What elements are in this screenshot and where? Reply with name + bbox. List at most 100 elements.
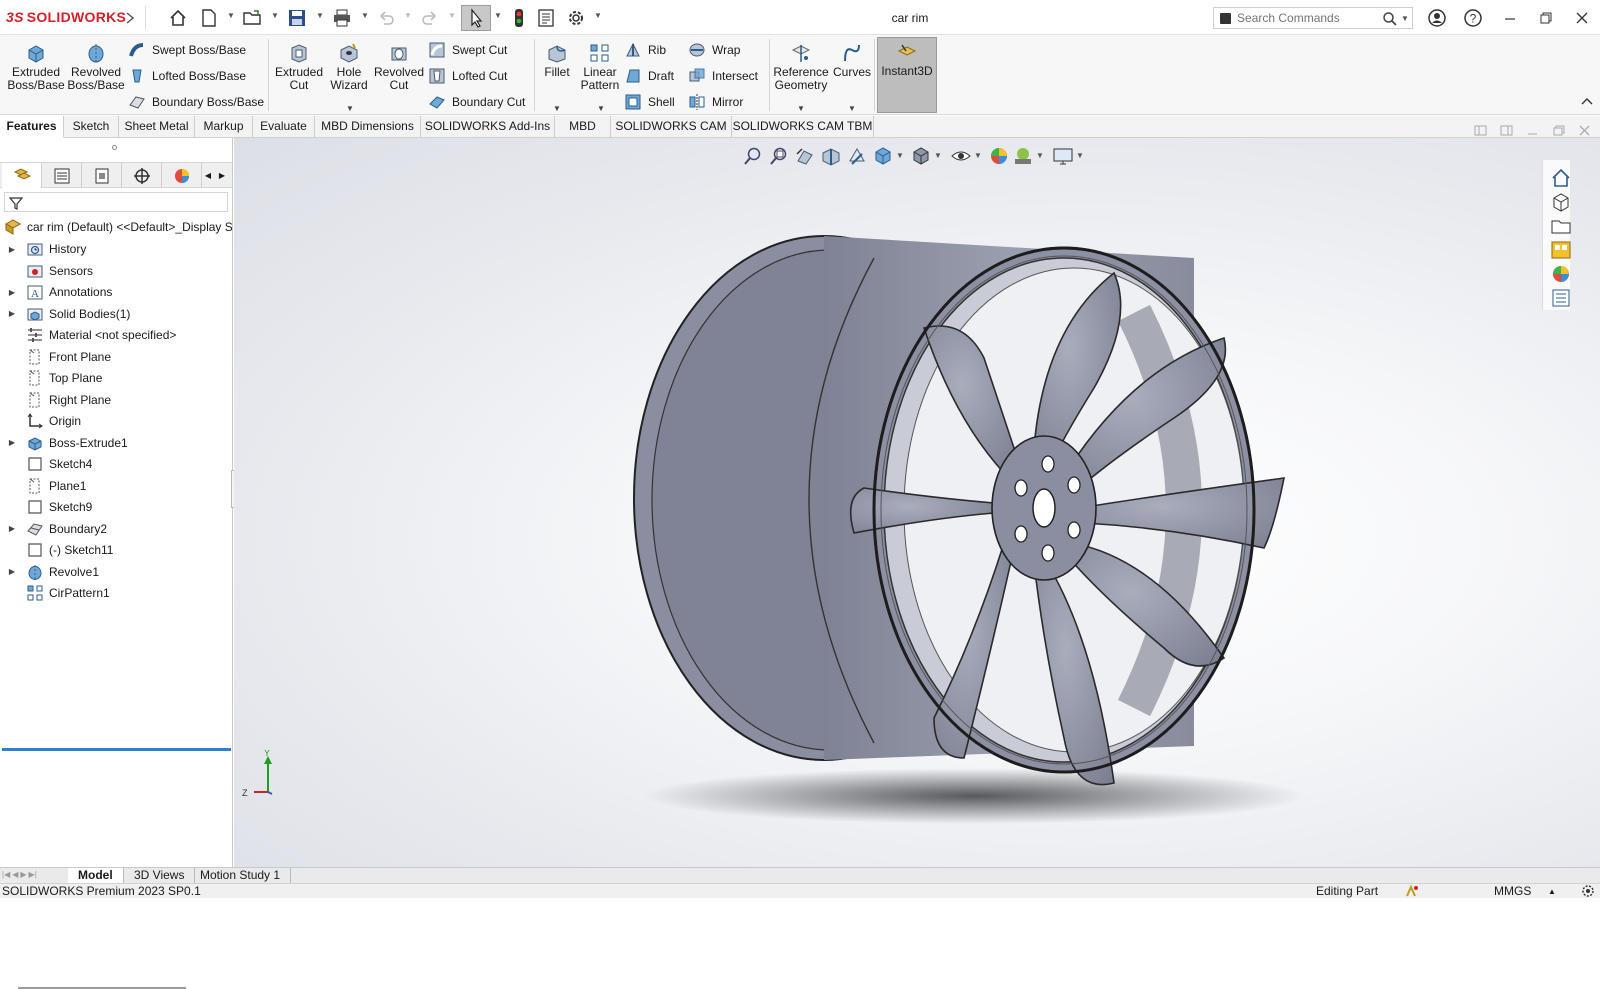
print-icon[interactable] xyxy=(332,8,352,28)
open-dropdown-icon[interactable]: ▼ xyxy=(271,12,279,20)
help-icon[interactable]: ? xyxy=(1461,7,1485,29)
viewport-restore-icon[interactable] xyxy=(1552,124,1566,138)
undo-dropdown-icon[interactable]: ▼ xyxy=(404,12,412,20)
new-dropdown-icon[interactable]: ▼ xyxy=(227,12,235,20)
panel-scroll-right-icon[interactable]: ▶ xyxy=(216,167,228,185)
file-properties-icon[interactable] xyxy=(536,8,556,28)
lofted-boss-button[interactable]: Lofted Boss/Base xyxy=(128,65,246,87)
rebuild-traffic-light-icon[interactable] xyxy=(509,8,529,28)
previous-view-icon[interactable] xyxy=(794,145,816,167)
viewport-tile-left-icon[interactable] xyxy=(1474,124,1488,138)
extruded-cut-button[interactable]: Extruded Cut xyxy=(271,39,327,113)
fillet-dropdown-icon[interactable]: ▼ xyxy=(553,102,561,115)
save-dropdown-icon[interactable]: ▼ xyxy=(316,12,324,20)
redo-icon[interactable] xyxy=(420,8,440,28)
expand-arrow-icon[interactable]: ▶ xyxy=(6,288,18,297)
next-tab-icon[interactable]: ▶ xyxy=(20,870,26,882)
tree-item[interactable]: Sketch4 xyxy=(0,454,232,474)
curves-button[interactable]: Curves ▼ xyxy=(832,39,872,113)
view-settings-dropdown-icon[interactable]: ▼ xyxy=(1076,151,1084,160)
save-icon[interactable] xyxy=(287,8,307,28)
tab-solidworks-cam-tbm[interactable]: SOLIDWORKS CAM TBM xyxy=(732,116,874,138)
tree-item[interactable]: CirPattern1 xyxy=(0,583,232,603)
instant3d-button[interactable]: Instant3D xyxy=(877,37,937,113)
mirror-button[interactable]: Mirror xyxy=(688,91,743,113)
solidworks-logo[interactable]: 3S SOLIDWORKS xyxy=(6,9,126,25)
intersect-button[interactable]: Intersect xyxy=(688,65,758,87)
car-rim-3d-model[interactable] xyxy=(574,218,1434,868)
solidworks-resources-home-icon[interactable] xyxy=(1550,167,1572,189)
draft-button[interactable]: Draft xyxy=(624,65,674,87)
viewport-minimize-icon[interactable] xyxy=(1526,124,1540,138)
tree-item[interactable]: ▶ History xyxy=(0,239,232,259)
swept-boss-button[interactable]: Swept Boss/Base xyxy=(128,39,246,61)
feature-manager-tab[interactable] xyxy=(2,163,42,188)
restore-icon[interactable] xyxy=(1534,7,1558,29)
tree-item[interactable]: ▶ Revolve1 xyxy=(0,562,232,582)
viewport-close-icon[interactable] xyxy=(1578,124,1592,138)
viewport-tile-right-icon[interactable] xyxy=(1500,124,1514,138)
file-explorer-icon[interactable] xyxy=(1550,215,1572,237)
prev-tab-icon[interactable]: ◀ xyxy=(12,870,18,882)
view-palette-icon[interactable] xyxy=(1550,239,1572,261)
apply-scene-icon[interactable] xyxy=(1012,145,1034,167)
tab-features[interactable]: Features xyxy=(0,116,64,138)
zoom-to-area-icon[interactable] xyxy=(768,145,790,167)
extruded-boss-button[interactable]: Extruded Boss/Base xyxy=(6,39,66,113)
tab-scroll-arrows[interactable]: |◀ ◀ ▶ ▶| xyxy=(2,870,62,882)
tab-solidworks-add-ins[interactable]: SOLIDWORKS Add-Ins xyxy=(421,116,555,138)
expand-arrow-icon[interactable]: ▶ xyxy=(6,567,18,576)
expand-arrow-icon[interactable]: ▶ xyxy=(6,438,18,447)
home-icon[interactable] xyxy=(168,8,188,28)
tree-root-part[interactable]: car rim (Default) <<Default>_Display S xyxy=(0,217,232,237)
hole-wizard-button[interactable]: Hole Wizard ▼ xyxy=(326,39,372,113)
tree-item[interactable]: ▶ A Annotations xyxy=(0,282,232,302)
tab-sheet-metal[interactable]: Sheet Metal xyxy=(119,116,195,138)
panel-scroll-left-icon[interactable]: ◀ xyxy=(202,167,214,185)
shell-button[interactable]: Shell xyxy=(624,91,675,113)
linear-pattern-button[interactable]: Linear Pattern ▼ xyxy=(577,39,623,113)
tree-item[interactable]: ▶ Boundary2 xyxy=(0,519,232,539)
display-style-dropdown-icon[interactable]: ▼ xyxy=(934,151,942,160)
reference-geometry-dropdown-icon[interactable]: ▼ xyxy=(797,102,805,115)
rollback-bar[interactable] xyxy=(2,748,231,751)
revolved-boss-button[interactable]: Revolved Boss/Base xyxy=(66,39,126,113)
view-orientation-icon[interactable] xyxy=(872,145,894,167)
tab-mbd[interactable]: MBD xyxy=(555,116,611,138)
unit-system-text[interactable]: MMGS xyxy=(1494,884,1531,898)
display-manager-tab[interactable] xyxy=(162,163,202,188)
select-button[interactable] xyxy=(461,5,491,31)
boundary-boss-button[interactable]: Boundary Boss/Base xyxy=(128,91,264,113)
open-folder-icon[interactable] xyxy=(242,8,262,28)
wrap-button[interactable]: Wrap xyxy=(688,39,740,61)
minimize-icon[interactable] xyxy=(1498,7,1522,29)
tree-item[interactable]: ▶ Solid Bodies(1) xyxy=(0,304,232,324)
menu-expand-icon[interactable] xyxy=(124,8,136,28)
tree-item[interactable]: Sensors xyxy=(0,261,232,281)
linear-pattern-dropdown-icon[interactable]: ▼ xyxy=(597,102,605,115)
undo-icon[interactable] xyxy=(376,8,396,28)
fillet-button[interactable]: Fillet ▼ xyxy=(537,39,577,113)
graphics-viewport[interactable]: ▼ ▼ ▼ ▼ ▼ Y Z xyxy=(234,125,1600,868)
search-dropdown-icon[interactable]: ▼ xyxy=(1401,14,1409,23)
print-dropdown-icon[interactable]: ▼ xyxy=(361,12,369,20)
rib-button[interactable]: Rib xyxy=(624,39,666,61)
panel-pin-icon[interactable] xyxy=(112,145,117,150)
revolved-cut-button[interactable]: Revolved Cut xyxy=(373,39,425,113)
zoom-to-fit-icon[interactable] xyxy=(742,145,764,167)
hide-show-dropdown-icon[interactable]: ▼ xyxy=(974,151,982,160)
view-settings-monitor-icon[interactable] xyxy=(1052,145,1074,167)
tree-item[interactable]: (-) Sketch11 xyxy=(0,540,232,560)
view-orientation-dropdown-icon[interactable]: ▼ xyxy=(896,151,904,160)
configuration-manager-tab[interactable] xyxy=(82,163,122,188)
expand-arrow-icon[interactable]: ▶ xyxy=(6,524,18,533)
rebuild-status-icon[interactable] xyxy=(1405,884,1419,898)
boundary-cut-button[interactable]: Boundary Cut xyxy=(428,91,525,113)
tree-item[interactable]: Right Plane xyxy=(0,390,232,410)
tree-item[interactable]: Top Plane xyxy=(0,368,232,388)
last-tab-icon[interactable]: ▶| xyxy=(29,870,37,882)
tab-motion-study-1[interactable]: Motion Study 1 xyxy=(190,868,292,884)
lofted-cut-button[interactable]: Lofted Cut xyxy=(428,65,507,87)
search-commands-box[interactable]: ▼ xyxy=(1213,7,1413,29)
redo-dropdown-icon[interactable]: ▼ xyxy=(448,12,456,20)
